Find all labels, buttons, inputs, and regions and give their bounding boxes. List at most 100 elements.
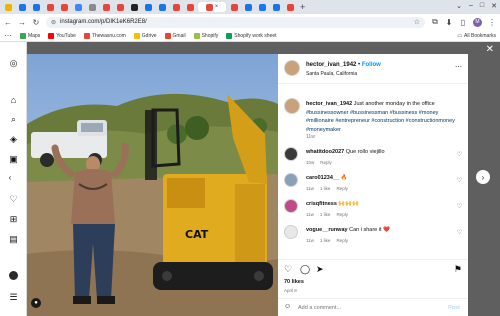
browser-tab[interactable]	[86, 2, 98, 12]
comment-like-icon[interactable]: ♡	[457, 151, 462, 158]
bookmark-item[interactable]: Maps	[20, 32, 40, 39]
comment-likes[interactable]: 1 like	[320, 186, 331, 191]
bookmark-item[interactable]: YouTube	[48, 32, 76, 39]
post-photo[interactable]: CAT ●	[27, 54, 278, 316]
reply-button[interactable]: Reply	[336, 238, 348, 243]
create-icon[interactable]: ⊞	[8, 214, 19, 225]
browser-tab[interactable]	[256, 2, 268, 12]
bookmark-item[interactable]: Gdrive	[133, 32, 157, 39]
extensions-icon[interactable]: ⧉	[431, 17, 439, 27]
share-icon[interactable]: ➤	[316, 264, 324, 275]
bookmark-star-icon[interactable]: ☆	[414, 18, 420, 26]
caption-username[interactable]: hector_ivan_1942	[306, 101, 352, 107]
caption-author-avatar[interactable]	[284, 98, 300, 114]
home-icon[interactable]: ⌂	[8, 94, 19, 105]
comment-row: whatitdoo2027 Que rollo viejillo 10w Reply…	[278, 147, 468, 173]
close-icon[interactable]: ✕	[486, 44, 494, 55]
side-panel-icon[interactable]: ▯	[459, 18, 467, 27]
maximize-icon[interactable]: □	[480, 2, 484, 10]
reload-icon[interactable]: ↻	[32, 18, 40, 27]
reply-button[interactable]: Reply	[336, 212, 348, 217]
reply-button[interactable]: Reply	[320, 160, 332, 165]
url-bar[interactable]: ⊜ instagram.com/p/DIK1eK6R2E8/ ☆	[46, 16, 425, 28]
profile-avatar-nav[interactable]	[9, 271, 18, 280]
commenter-avatar[interactable]	[284, 173, 298, 187]
browser-tab[interactable]	[100, 2, 112, 12]
browser-tab[interactable]	[128, 2, 140, 12]
like-icon[interactable]: ♡	[284, 264, 292, 275]
profile-avatar[interactable]: M	[473, 17, 482, 27]
close-window-icon[interactable]: ✕	[491, 2, 497, 10]
browser-tab[interactable]	[2, 2, 14, 12]
new-tab-button[interactable]: +	[300, 2, 305, 12]
instagram-logo-icon[interactable]: ◎	[8, 58, 19, 69]
likes-count[interactable]: 70 likes	[284, 279, 304, 285]
save-icon[interactable]: ⚑	[454, 264, 462, 275]
browser-tab[interactable]	[156, 2, 168, 12]
browser-tab[interactable]	[114, 2, 126, 12]
explore-icon[interactable]: ◈	[8, 134, 19, 145]
comment-like-icon[interactable]: ♡	[457, 203, 462, 210]
close-tab-icon[interactable]: ×	[215, 4, 219, 10]
comment-like-icon[interactable]: ♡	[457, 177, 462, 184]
reels-icon[interactable]: ▣	[8, 154, 19, 165]
site-info-icon[interactable]: ⊜	[51, 19, 56, 26]
menu-icon[interactable]: ⋮	[488, 18, 496, 27]
browser-tab[interactable]	[30, 2, 42, 12]
apps-icon[interactable]: ⋯	[4, 31, 12, 40]
browser-tab[interactable]	[58, 2, 70, 12]
comment-like-icon[interactable]: ♡	[457, 229, 462, 236]
emoji-icon[interactable]: ☺	[284, 303, 291, 310]
bookmark-item[interactable]: Shopify	[193, 32, 218, 39]
tab-search-icon[interactable]: ⌄	[456, 2, 462, 10]
commenter-username[interactable]: vogue__runway	[306, 227, 349, 233]
commenter-avatar[interactable]	[284, 199, 298, 213]
comment-input[interactable]	[298, 305, 418, 311]
caption-hashtags[interactable]: #bussinessowner #bussinessman #bussiness…	[306, 110, 455, 133]
comment-icon[interactable]: ◯	[300, 264, 310, 275]
follow-button[interactable]: Follow	[362, 62, 381, 68]
bookmark-item[interactable]: Gmail	[164, 32, 186, 39]
browser-tab[interactable]	[170, 2, 182, 12]
browser-tab[interactable]	[16, 2, 28, 12]
commenter-avatar[interactable]	[284, 225, 298, 239]
bookmark-label: Shopify work sheet	[234, 32, 277, 39]
comment-likes[interactable]: 1 like	[320, 212, 331, 217]
commenter-avatar[interactable]	[284, 147, 298, 161]
browser-tab[interactable]: ×	[198, 2, 226, 12]
post-details-panel: hector_ivan_1942 • Follow Santa Paula, C…	[278, 54, 468, 316]
tab-favicon-icon	[116, 3, 124, 11]
post-location[interactable]: Santa Paula, California	[306, 71, 357, 77]
more-options-icon[interactable]: ⋯	[455, 63, 462, 71]
browser-tab[interactable]	[242, 2, 254, 12]
reply-button[interactable]: Reply	[336, 186, 348, 191]
all-bookmarks-button[interactable]: ▭ All Bookmarks	[457, 33, 496, 39]
commenter-username[interactable]: caro01234__	[306, 175, 341, 181]
bookmark-item[interactable]: Thewasnu.com	[83, 32, 126, 39]
commenter-username[interactable]: crisqfitness	[306, 201, 338, 207]
forward-icon[interactable]: →	[18, 18, 26, 27]
browser-tab[interactable]	[72, 2, 84, 12]
more-menu-icon[interactable]: ☰	[8, 292, 19, 303]
browser-tab[interactable]	[44, 2, 56, 12]
browser-tab[interactable]	[270, 2, 282, 12]
tagged-user-icon[interactable]: ●	[31, 298, 41, 308]
previous-post-button[interactable]: ‹	[3, 170, 17, 184]
minimize-icon[interactable]: –	[469, 2, 473, 10]
back-icon[interactable]: ←	[4, 18, 12, 27]
browser-tab[interactable]	[184, 2, 196, 12]
commenter-username[interactable]: whatitdoo2027	[306, 149, 346, 155]
author-username[interactable]: hector_ivan_1942	[306, 62, 356, 68]
post-comment-button[interactable]: Post	[448, 305, 460, 311]
browser-tab[interactable]	[142, 2, 154, 12]
download-icon[interactable]: ⬇	[445, 18, 453, 27]
dashboard-icon[interactable]: ▤	[8, 234, 19, 245]
browser-tab[interactable]	[228, 2, 240, 12]
comment-likes[interactable]: 1 like	[320, 238, 331, 243]
browser-tab[interactable]	[284, 2, 296, 12]
search-icon[interactable]: ⌕	[8, 114, 19, 125]
next-post-button[interactable]: ›	[476, 170, 490, 184]
notifications-icon[interactable]: ♡	[8, 194, 19, 205]
bookmark-item[interactable]: Shopify work sheet	[226, 32, 277, 39]
author-avatar[interactable]	[284, 60, 300, 76]
